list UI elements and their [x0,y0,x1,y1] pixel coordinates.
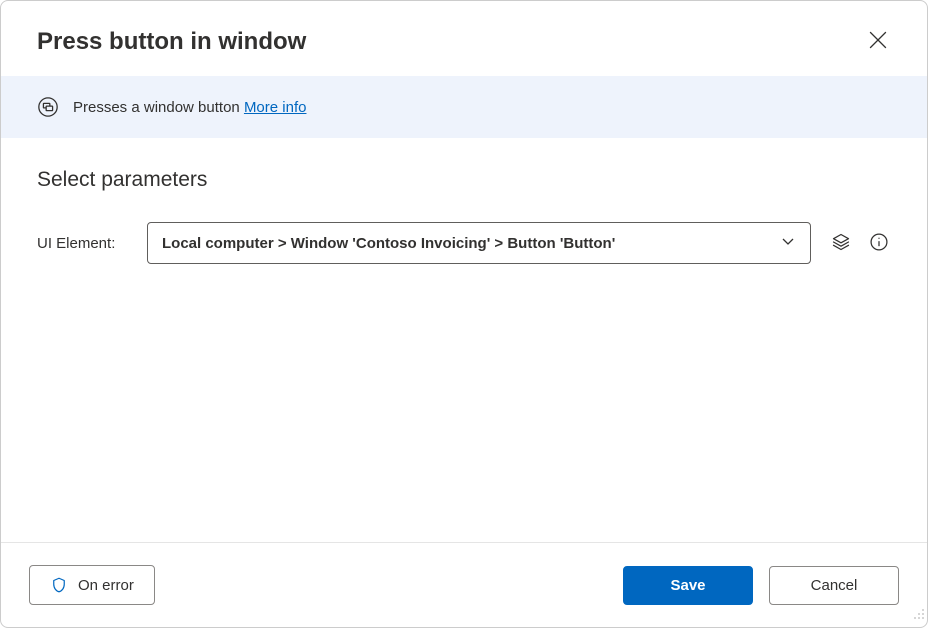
more-info-link[interactable]: More info [244,99,307,116]
on-error-button[interactable]: On error [29,565,155,605]
footer-actions: Save Cancel [623,566,899,605]
info-icon [869,232,889,255]
ui-element-picker-button[interactable] [829,230,853,257]
dialog-footer: On error Save Cancel [1,542,927,627]
ui-element-label: UI Element: [37,235,129,252]
chevron-down-icon [780,233,796,253]
ui-element-row: UI Element: Local computer > Window 'Con… [37,222,891,264]
info-description: Presses a window button [73,99,244,116]
ui-element-value: Local computer > Window 'Contoso Invoici… [162,235,615,252]
save-button[interactable]: Save [623,566,753,605]
resize-grip-icon[interactable] [913,607,925,625]
action-icon [37,96,59,118]
info-text: Presses a window button More info [73,99,306,116]
section-title: Select parameters [37,168,891,192]
on-error-label: On error [78,577,134,594]
dialog-header: Press button in window [1,1,927,76]
action-config-dialog: Press button in window Presses a window … [0,0,928,628]
layers-icon [831,232,851,255]
cancel-button[interactable]: Cancel [769,566,899,605]
dialog-title: Press button in window [37,28,306,56]
close-button[interactable] [865,27,891,56]
close-icon [869,31,887,52]
ui-element-select[interactable]: Local computer > Window 'Contoso Invoici… [147,222,811,264]
parameters-section: Select parameters UI Element: Local comp… [1,138,927,542]
info-bar: Presses a window button More info [1,76,927,138]
ui-element-side-icons [829,230,891,257]
ui-element-help-button[interactable] [867,230,891,257]
shield-icon [50,576,68,594]
